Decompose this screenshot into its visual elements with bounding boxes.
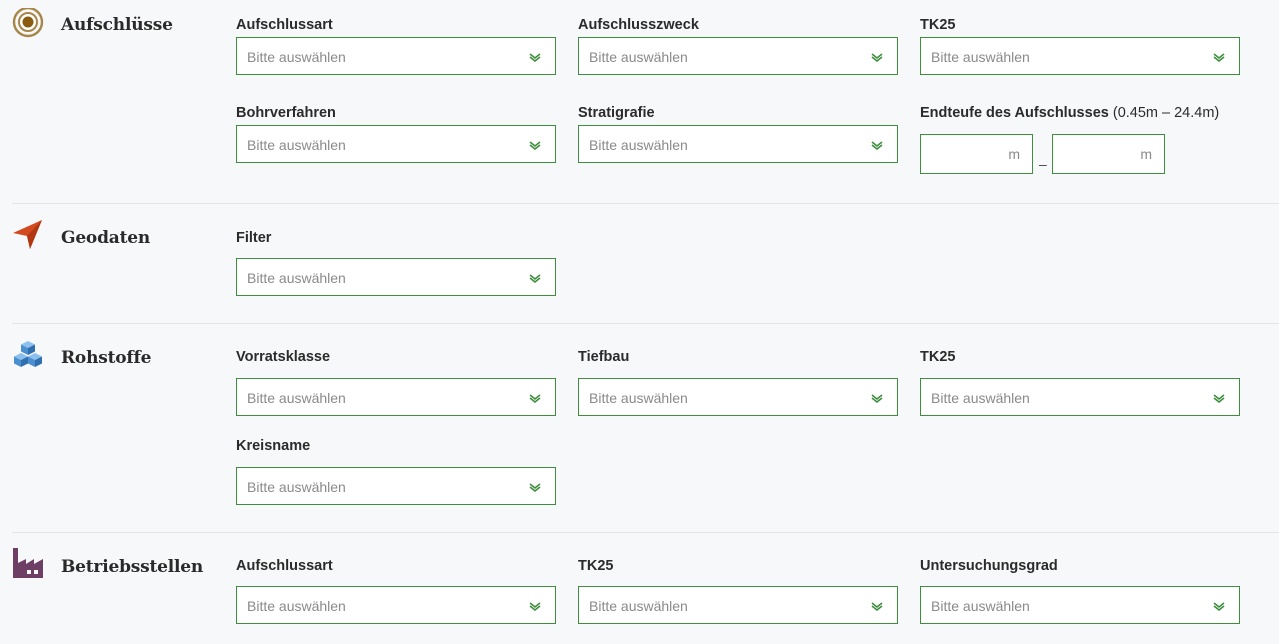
- double-chevron-down-icon: [529, 483, 541, 492]
- select-placeholder: Bitte auswählen: [247, 479, 346, 495]
- field-aufschlusszweck: Aufschlusszweck Bitte auswählen: [578, 16, 900, 75]
- section-divider: [12, 203, 1279, 204]
- section-divider: [12, 532, 1279, 533]
- field-tk25-betriebsstellen: TK25 Bitte auswählen: [578, 557, 900, 624]
- double-chevron-down-icon: [1213, 602, 1225, 611]
- aufschlussart-select[interactable]: Bitte auswählen: [236, 37, 556, 75]
- stratigrafie-select[interactable]: Bitte auswählen: [578, 125, 898, 163]
- double-chevron-down-icon: [529, 602, 541, 611]
- select-placeholder: Bitte auswählen: [589, 49, 688, 65]
- field-label: Aufschlussart: [236, 17, 333, 33]
- select-placeholder: Bitte auswählen: [247, 390, 346, 406]
- tiefbau-select[interactable]: Bitte auswählen: [578, 378, 898, 416]
- field-label: Aufschlusszweck: [578, 17, 699, 33]
- unit-label: m: [1140, 146, 1152, 162]
- endteufe-max-input[interactable]: m: [1052, 134, 1165, 174]
- field-label: TK25: [578, 558, 614, 574]
- kreisname-select[interactable]: Bitte auswählen: [236, 467, 556, 505]
- field-label: Tiefbau: [578, 349, 630, 365]
- field-endteufe: Endteufe des Aufschlusses (0.45m – 24.4m…: [920, 104, 1250, 174]
- double-chevron-down-icon: [529, 53, 541, 62]
- double-chevron-down-icon: [1213, 53, 1225, 62]
- endteufe-range: (0.45m – 24.4m): [1112, 105, 1220, 121]
- tk25-select[interactable]: Bitte auswählen: [578, 586, 898, 624]
- select-placeholder: Bitte auswählen: [589, 598, 688, 614]
- section-title-betriebsstellen: Betriebsstellen: [61, 557, 204, 577]
- double-chevron-down-icon: [871, 53, 883, 62]
- field-label: Aufschlussart: [236, 558, 333, 574]
- double-chevron-down-icon: [1213, 394, 1225, 403]
- target-circle-icon: [12, 6, 44, 40]
- field-tiefbau: Tiefbau Bitte auswählen: [578, 348, 900, 416]
- section-title-rohstoffe: Rohstoffe: [61, 348, 152, 368]
- untersuchungsgrad-select[interactable]: Bitte auswählen: [920, 586, 1240, 624]
- section-divider: [12, 323, 1279, 324]
- field-filter: Filter Bitte auswählen: [236, 229, 558, 296]
- select-placeholder: Bitte auswählen: [931, 390, 1030, 406]
- factory-icon: [12, 547, 44, 579]
- endteufe-min-input[interactable]: m: [920, 134, 1033, 174]
- field-label: Stratigrafie: [578, 105, 655, 121]
- field-label: Untersuchungsgrad: [920, 558, 1058, 574]
- double-chevron-down-icon: [529, 141, 541, 150]
- select-placeholder: Bitte auswählen: [589, 390, 688, 406]
- double-chevron-down-icon: [529, 394, 541, 403]
- section-title-aufschluesse: Aufschlüsse: [61, 15, 173, 35]
- field-bohrverfahren: Bohrverfahren Bitte auswählen: [236, 104, 558, 163]
- select-placeholder: Bitte auswählen: [931, 598, 1030, 614]
- vorratsklasse-select[interactable]: Bitte auswählen: [236, 378, 556, 416]
- tk25-select[interactable]: Bitte auswählen: [920, 378, 1240, 416]
- field-untersuchungsgrad: Untersuchungsgrad Bitte auswählen: [920, 557, 1242, 624]
- field-vorratsklasse: Vorratsklasse Bitte auswählen: [236, 348, 558, 416]
- select-placeholder: Bitte auswählen: [247, 49, 346, 65]
- navigation-arrow-icon: [12, 219, 44, 251]
- endteufe-label: Endteufe des Aufschlusses: [920, 105, 1109, 121]
- range-dash: –: [1039, 156, 1047, 172]
- select-placeholder: Bitte auswählen: [931, 49, 1030, 65]
- select-placeholder: Bitte auswählen: [247, 598, 346, 614]
- field-label: Vorratsklasse: [236, 349, 331, 365]
- double-chevron-down-icon: [871, 602, 883, 611]
- filter-select[interactable]: Bitte auswählen: [236, 258, 556, 296]
- bohrverfahren-select[interactable]: Bitte auswählen: [236, 125, 556, 163]
- unit-label: m: [1008, 146, 1020, 162]
- field-kreisname: Kreisname Bitte auswählen: [236, 437, 558, 505]
- field-tk25-aufschluesse: TK25 Bitte auswählen: [920, 16, 1242, 75]
- tk25-select[interactable]: Bitte auswählen: [920, 37, 1240, 75]
- field-tk25-rohstoffe: TK25 Bitte auswählen: [920, 348, 1242, 416]
- select-placeholder: Bitte auswählen: [589, 137, 688, 153]
- stacked-cubes-icon: [12, 340, 44, 372]
- aufschlussart-select[interactable]: Bitte auswählen: [236, 586, 556, 624]
- double-chevron-down-icon: [871, 141, 883, 150]
- field-label: TK25: [920, 349, 956, 365]
- field-label: Endteufe des Aufschlusses (0.45m – 24.4m…: [920, 104, 1250, 122]
- double-chevron-down-icon: [871, 394, 883, 403]
- select-placeholder: Bitte auswählen: [247, 270, 346, 286]
- field-label: Kreisname: [236, 438, 311, 454]
- field-stratigrafie: Stratigrafie Bitte auswählen: [578, 104, 900, 163]
- field-aufschlussart-betriebsstellen: Aufschlussart Bitte auswählen: [236, 557, 558, 624]
- field-label: Bohrverfahren: [236, 105, 336, 121]
- double-chevron-down-icon: [529, 274, 541, 283]
- field-aufschlussart: Aufschlussart Bitte auswählen: [236, 16, 558, 75]
- field-label: Filter: [236, 230, 272, 246]
- section-title-geodaten: Geodaten: [61, 228, 151, 248]
- aufschlusszweck-select[interactable]: Bitte auswählen: [578, 37, 898, 75]
- select-placeholder: Bitte auswählen: [247, 137, 346, 153]
- field-label: TK25: [920, 17, 956, 33]
